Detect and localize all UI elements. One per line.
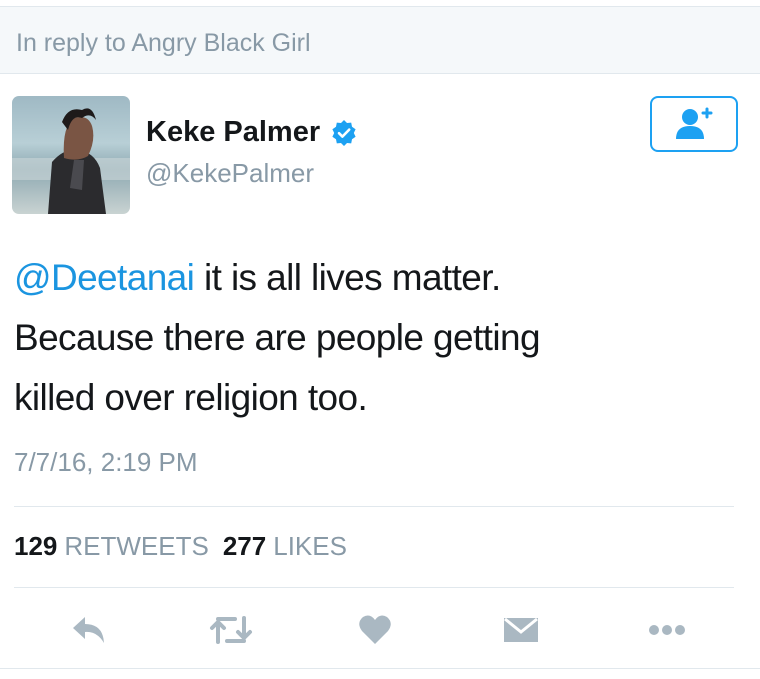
divider [0,668,760,669]
avatar[interactable] [12,96,130,214]
reply-button[interactable] [62,605,116,655]
tweet-line-1: @Deetanai it is all lives matter. [14,248,734,308]
author-name[interactable]: Keke Palmer [146,116,320,148]
more-icon [649,625,685,635]
likes-count: 277 [222,531,267,561]
retweets-stat[interactable]: 129 RETWEETS [14,531,209,561]
tweet-stats: 129 RETWEETS 277 LIKES [14,531,347,562]
like-button[interactable] [348,605,402,655]
tweet-actions [0,605,760,655]
divider [14,587,734,588]
reply-context-bar: In reply to Angry Black Girl [0,6,760,74]
profile-photo [12,108,130,214]
retweet-button[interactable] [204,605,258,655]
tweet-line-3: killed over religion too. [14,377,368,418]
likes-stat[interactable]: 277 LIKES [223,531,347,561]
reply-icon [73,617,104,643]
tweet-line-1-text: it is all lives matter. [194,257,501,298]
author-handle[interactable]: @KekePalmer [146,158,314,189]
retweets-count: 129 [14,531,58,561]
follow-button[interactable] [650,96,738,152]
direct-message-button[interactable] [494,605,548,655]
verified-badge-icon [331,119,356,146]
direct-message-icon [504,617,538,642]
add-user-icon [676,107,713,139]
reply-context-text[interactable]: In reply to Angry Black Girl [16,29,311,58]
tweet-timestamp[interactable]: 7/7/16, 2:19 PM [14,447,198,478]
like-icon [359,615,391,644]
tweet-text: @Deetanai it is all lives matter. Becaus… [14,248,734,428]
more-button[interactable] [640,605,694,655]
retweet-icon [210,616,252,644]
divider [14,506,734,507]
likes-label: LIKES [273,531,347,561]
mention-link[interactable]: @Deetanai [14,257,195,298]
author-name-row: Keke Palmer [146,116,357,149]
tweet-line-2: Because there are people getting [14,317,541,358]
retweets-label: RETWEETS [64,531,209,561]
